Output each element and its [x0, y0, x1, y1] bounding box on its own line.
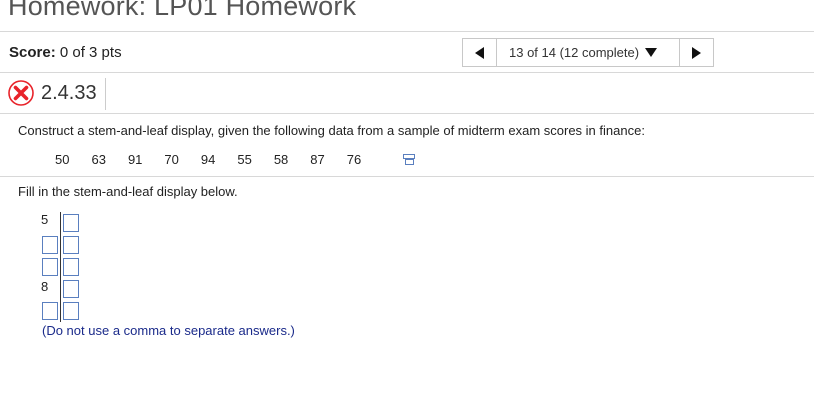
- divider: [0, 72, 814, 73]
- table-data-icon[interactable]: [403, 154, 415, 165]
- data-value: 94: [200, 152, 216, 167]
- page-title: Homework: LP01 Homework: [8, 0, 357, 21]
- stem-input[interactable]: [42, 258, 58, 276]
- stem-label: 5: [41, 212, 49, 227]
- leaf-input[interactable]: [63, 302, 79, 320]
- data-value: 63: [91, 152, 106, 167]
- leaf-input[interactable]: [63, 214, 79, 232]
- question-select[interactable]: 13 of 14 (12 complete): [496, 38, 680, 67]
- leaf-input[interactable]: [63, 236, 79, 254]
- stem-input[interactable]: [42, 302, 58, 320]
- arrow-left-icon: [475, 47, 484, 59]
- data-values: 50 63 91 70 94 55 58 87 76: [55, 152, 383, 167]
- stem-leaf-divider: [60, 212, 61, 322]
- score: Score: 0 of 3 pts: [9, 44, 122, 61]
- data-value: 55: [237, 152, 252, 167]
- data-value: 76: [346, 152, 362, 167]
- stem-label: 8: [41, 279, 49, 294]
- score-value: 0 of 3 pts: [59, 44, 122, 61]
- question-select-value: 13 of 14 (12 complete): [509, 45, 640, 60]
- next-question-button[interactable]: [680, 38, 714, 67]
- question-prompt: Construct a stem-and-leaf display, given…: [18, 123, 645, 138]
- question-number: 2.4.33: [41, 82, 97, 104]
- divider: [0, 176, 814, 177]
- divider: [0, 31, 814, 32]
- data-value: 50: [55, 152, 70, 167]
- incorrect-x-icon: [8, 80, 34, 106]
- dropdown-arrow-icon: [645, 48, 658, 57]
- leaf-input[interactable]: [63, 258, 79, 276]
- stem-input[interactable]: [42, 236, 58, 254]
- data-value: 87: [310, 152, 325, 167]
- separator: [105, 78, 106, 110]
- data-value: 58: [273, 152, 289, 167]
- instruction: Fill in the stem-and-leaf display below.: [18, 184, 238, 199]
- data-value: 70: [164, 152, 179, 167]
- arrow-right-icon: [692, 47, 701, 59]
- answer-note: (Do not use a comma to separate answers.…: [42, 323, 295, 338]
- data-value: 91: [127, 152, 143, 167]
- leaf-input[interactable]: [63, 280, 79, 298]
- divider: [0, 113, 814, 114]
- score-label: Score:: [9, 44, 56, 61]
- previous-question-button[interactable]: [462, 38, 496, 67]
